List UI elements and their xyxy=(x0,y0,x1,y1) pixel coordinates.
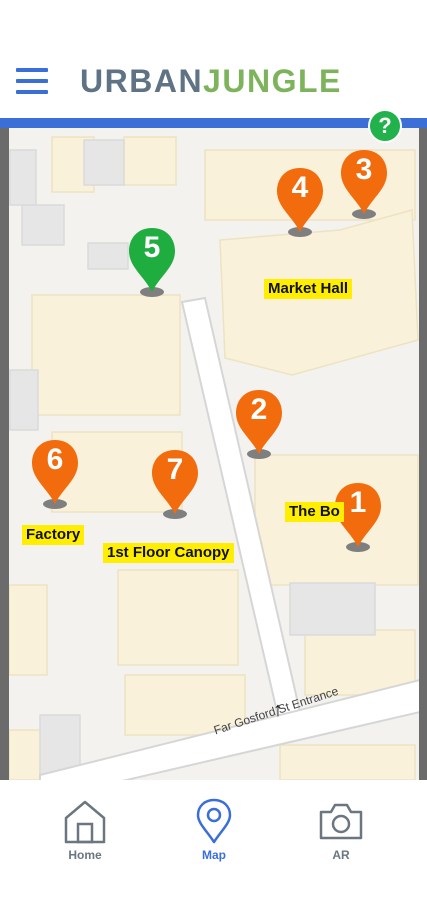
menu-icon[interactable] xyxy=(16,68,48,94)
bottom-tab-bar: Home Map AR xyxy=(0,780,427,900)
app-header: URBANJUNGLE xyxy=(0,0,427,118)
map-pin-4[interactable]: 4 xyxy=(274,166,326,238)
map-view[interactable]: 1 2 3 4 5 6 7 Market Hall The Bo Factory… xyxy=(0,128,427,780)
map-pin-icon xyxy=(196,798,232,844)
label-1st-floor-canopy[interactable]: 1st Floor Canopy xyxy=(103,543,234,563)
label-the-bo[interactable]: The Bo xyxy=(285,502,344,522)
home-icon xyxy=(64,800,106,844)
header-divider xyxy=(0,118,427,128)
camera-icon xyxy=(319,803,363,840)
tab-map[interactable]: Map xyxy=(174,798,254,868)
tab-home[interactable]: Home xyxy=(45,798,125,868)
map-pin-7[interactable]: 7 xyxy=(149,448,201,520)
map-pin-5[interactable]: 5 xyxy=(126,226,178,298)
label-market-hall[interactable]: Market Hall xyxy=(264,279,353,299)
map-pin-3[interactable]: 3 xyxy=(338,148,390,220)
help-button[interactable]: ? xyxy=(368,109,402,143)
tab-ar[interactable]: AR xyxy=(301,798,381,868)
map-pin-6[interactable]: 6 xyxy=(29,438,81,510)
label-factory[interactable]: Factory xyxy=(22,525,85,545)
map-pin-2[interactable]: 2 xyxy=(233,388,285,460)
brand-logo: URBANJUNGLE xyxy=(80,63,342,99)
